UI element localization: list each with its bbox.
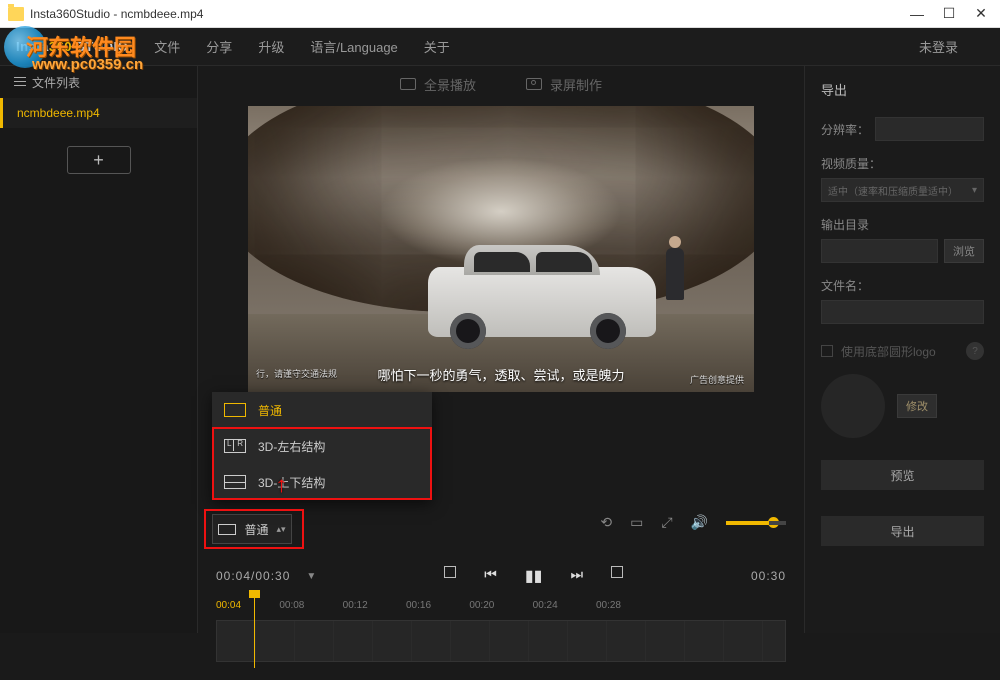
video-preview[interactable]: 行，请谨守交通法规 哪怕下一秒的勇气，透取、尝试，或是魄力 广告创意提供 bbox=[248, 106, 754, 392]
preview-controls: ⟲ ▭ ⤢ 🔊 bbox=[600, 514, 786, 531]
outdir-label: 输出目录 bbox=[821, 216, 984, 233]
menu-share[interactable]: 分享 bbox=[206, 37, 232, 56]
quality-label: 视频质量： bbox=[821, 155, 984, 172]
timeline[interactable]: 00:04 00:08 00:12 00:16 00:20 00:24 00:2… bbox=[198, 600, 804, 680]
mode-3d-tb[interactable]: 3D-上下结构 bbox=[212, 464, 432, 500]
browse-button[interactable]: 浏览 bbox=[944, 239, 984, 263]
logo-checkbox[interactable] bbox=[821, 345, 833, 357]
close-button[interactable]: ✕ bbox=[974, 7, 988, 21]
pause-button[interactable]: ▮▮ bbox=[525, 566, 543, 586]
sidebar: 文件列表 ncmbdeee.mp4 + bbox=[0, 66, 198, 633]
tick: 00:16 bbox=[406, 600, 469, 616]
play-bar: 00:04/00:30 ▼ ⏮ ▮▮ ⏭ 00:30 bbox=[198, 558, 804, 594]
mode-selector[interactable]: 普通 ▴▾ bbox=[212, 514, 292, 544]
tick: 00:08 bbox=[279, 600, 342, 616]
resolution-input[interactable] bbox=[875, 117, 984, 141]
mode-selector-icon bbox=[218, 524, 236, 535]
brand-note: 广告创意提供 bbox=[690, 373, 744, 386]
refresh-icon[interactable]: ⟲ bbox=[600, 514, 612, 531]
title-bar: Insta360Studio - ncmbdeee.mp4 ― ☐ ✕ bbox=[0, 0, 1000, 28]
mode-normal[interactable]: 普通 bbox=[212, 392, 432, 428]
fullscreen-icon[interactable]: ⤢ bbox=[661, 514, 672, 531]
time-elapsed: 00:04/00:30 bbox=[216, 569, 290, 583]
file-list-header: 文件列表 bbox=[0, 66, 197, 98]
menu-language[interactable]: 语言/Language bbox=[310, 37, 397, 56]
chevron-down-icon: ▾ bbox=[972, 185, 977, 196]
next-button[interactable]: ⏭ bbox=[570, 566, 583, 586]
outdir-input[interactable] bbox=[821, 239, 938, 263]
help-icon[interactable]: ? bbox=[966, 342, 984, 360]
volume-icon[interactable]: 🔊 bbox=[691, 514, 708, 531]
tick: 00:24 bbox=[533, 600, 596, 616]
tick: 00:12 bbox=[343, 600, 406, 616]
timeline-track[interactable] bbox=[216, 620, 786, 662]
stop-button[interactable] bbox=[444, 566, 456, 578]
folder-icon bbox=[8, 7, 24, 21]
record-icon bbox=[526, 78, 542, 90]
mode-popup: 普通 3D-左右结构 3D-上下结构 bbox=[212, 392, 432, 500]
chevron-updown-icon: ▴▾ bbox=[276, 524, 285, 535]
file-item[interactable]: ncmbdeee.mp4 bbox=[0, 98, 197, 128]
mode-3d-lr[interactable]: 3D-左右结构 bbox=[212, 428, 432, 464]
person-graphic bbox=[666, 248, 684, 300]
video-caption: 哪怕下一秒的勇气，透取、尝试，或是魄力 bbox=[248, 365, 754, 384]
annotation-arrow: ↑ bbox=[275, 472, 288, 498]
preview-button[interactable]: 预览 bbox=[821, 460, 984, 490]
volume-slider[interactable] bbox=[726, 521, 786, 525]
export-button[interactable]: 导出 bbox=[821, 516, 984, 546]
resolution-label: 分辨率： bbox=[821, 121, 869, 138]
minimize-button[interactable]: ― bbox=[910, 7, 924, 21]
menu-upgrade[interactable]: 升级 bbox=[258, 37, 284, 56]
end-button[interactable] bbox=[611, 566, 623, 578]
tab-record[interactable]: 录屏制作 bbox=[526, 75, 602, 94]
time-total: 00:30 bbox=[751, 569, 786, 583]
login-status[interactable]: 未登录 bbox=[919, 37, 958, 56]
export-panel: 导出 分辨率： 视频质量： 适中（速率和压缩质量适中）▾ 输出目录 浏览 文件名… bbox=[804, 66, 1000, 633]
filename-input[interactable] bbox=[821, 300, 984, 324]
app-logo: Insta360 STUDIO bbox=[16, 39, 128, 54]
panorama-icon bbox=[400, 78, 416, 90]
panel-title: 导出 bbox=[821, 80, 984, 99]
tick: 00:28 bbox=[596, 600, 659, 616]
tick: 00:04 bbox=[216, 600, 279, 616]
menu-about[interactable]: 关于 bbox=[424, 37, 450, 56]
normal-icon bbox=[224, 403, 246, 417]
quality-select[interactable]: 适中（速率和压缩质量适中）▾ bbox=[821, 178, 984, 202]
logo-preview bbox=[821, 374, 885, 438]
window-title: Insta360Studio - ncmbdeee.mp4 bbox=[30, 7, 910, 21]
filename-label: 文件名： bbox=[821, 277, 984, 294]
maximize-button[interactable]: ☐ bbox=[942, 7, 956, 21]
3d-tb-icon bbox=[224, 475, 246, 489]
car-graphic bbox=[428, 267, 656, 337]
tab-panorama[interactable]: 全景播放 bbox=[400, 75, 476, 94]
marker-icon[interactable]: ▼ bbox=[306, 571, 316, 582]
logo-label: 使用底部圆形logo bbox=[841, 343, 936, 360]
tick: 00:20 bbox=[469, 600, 532, 616]
add-file-button[interactable]: + bbox=[67, 146, 131, 174]
menu-file[interactable]: 文件 bbox=[154, 37, 180, 56]
prev-button[interactable]: ⏮ bbox=[484, 566, 497, 586]
aspect-icon[interactable]: ▭ bbox=[630, 514, 643, 531]
menu-bar: Insta360 STUDIO 文件 分享 升级 语言/Language 关于 … bbox=[0, 28, 1000, 66]
modify-button[interactable]: 修改 bbox=[897, 394, 937, 418]
list-icon bbox=[14, 77, 26, 87]
3d-lr-icon bbox=[224, 439, 246, 453]
center-panel: 全景播放 录屏制作 行，请谨守交通法规 哪怕下一秒的勇气，透取、尝试，或是魄力 … bbox=[198, 66, 804, 633]
